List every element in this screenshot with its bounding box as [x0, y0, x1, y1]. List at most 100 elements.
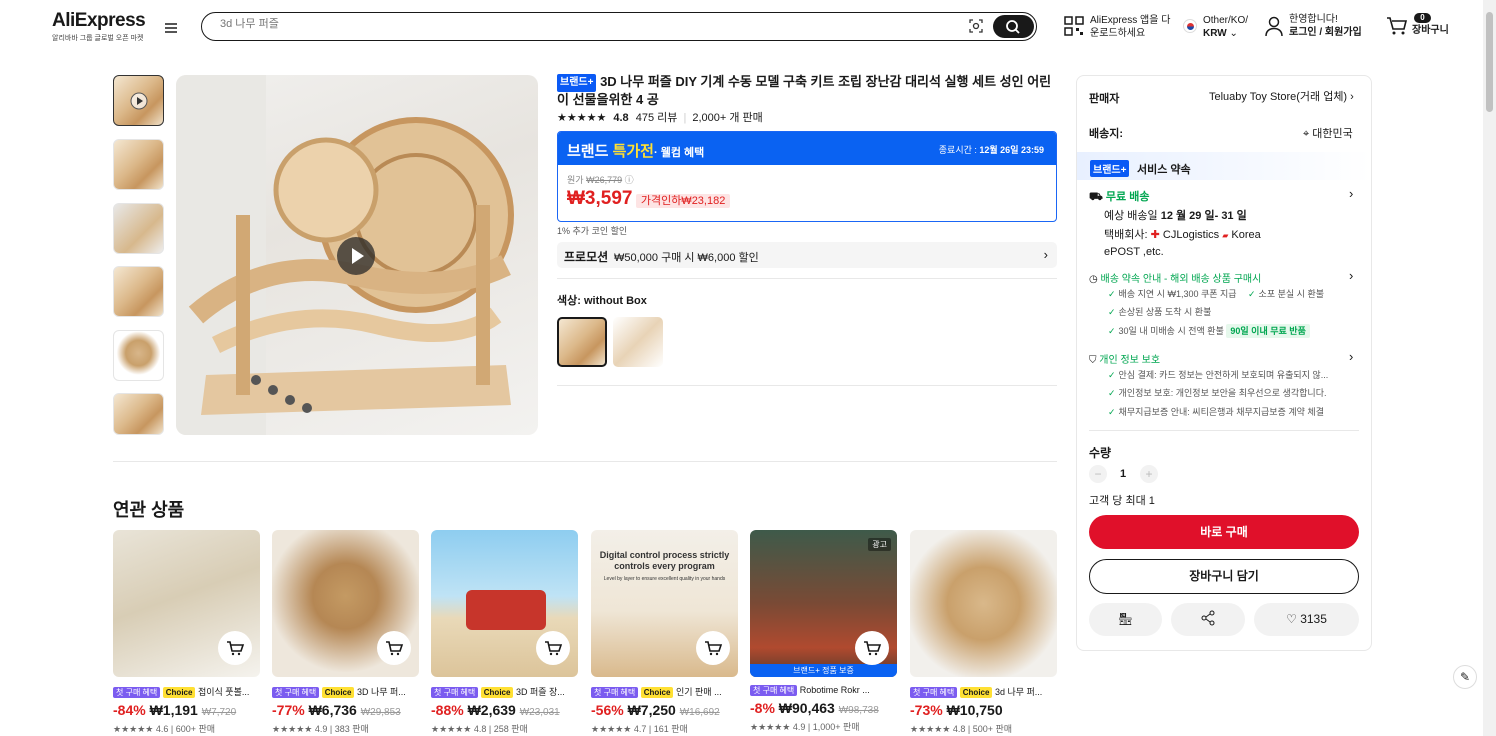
add-to-cart-icon[interactable] — [536, 631, 570, 665]
product-image[interactable]: Digital control process strictly controls… — [591, 530, 738, 677]
user-icon[interactable] — [1264, 16, 1284, 40]
logo-text: AliExpress — [52, 10, 146, 31]
account-link[interactable]: 한영합니다! 로그인 / 회원가입 — [1289, 13, 1362, 39]
thumbnail-4[interactable] — [113, 266, 164, 317]
ship-to-selector[interactable]: ⌖ 대한민국 — [1303, 125, 1353, 141]
rating-sold: 4.8 | 500+ 판매 — [952, 724, 1013, 734]
related-product-card[interactable]: 광고 브랜드+ 정품 보증 첫 구매 혜택 Robotime Rokr ... … — [750, 530, 897, 733]
product-name: 인기 판매 ... — [675, 687, 722, 697]
promotion-row[interactable]: 프로모션 ₩50,000 구매 시 ₩6,000 할인 › — [557, 242, 1057, 268]
search-button[interactable] — [993, 15, 1034, 38]
category-menu-icon[interactable] — [165, 23, 177, 35]
delivery-guarantee-row[interactable]: ◷ 배송 약속 안내 - 해외 배송 상품 구매시 — [1089, 270, 1261, 285]
chevron-right-icon[interactable]: › — [1349, 349, 1353, 364]
privacy-text: 개인정보 보호: 개인정보 보안을 최우선으로 생각합니다. — [1118, 388, 1327, 398]
color-label: 색상: without Box — [557, 295, 647, 307]
brand-sale-header: 브랜드 특가전· 웰컴 혜택 종료시간 : 12월 26일 23:59 — [558, 132, 1056, 165]
quantity-minus-button[interactable]: − — [1089, 465, 1107, 483]
check-icon: ✓ — [1108, 289, 1116, 299]
eta-date: 12 월 29 일- 31 일 — [1160, 210, 1247, 222]
chevron-right-icon[interactable]: › — [1349, 186, 1353, 201]
aliexpress-logo[interactable]: AliExpress 알리바바 그룹 글로벌 오픈 마켓 — [52, 10, 146, 43]
related-product-card[interactable]: 첫 구매 혜택 Choice 접이식 풋볼... -84% ₩1,191 ₩7,… — [113, 530, 260, 735]
thumbnail-5[interactable] — [113, 330, 164, 381]
product-image[interactable]: 광고 브랜드+ 정품 보증 — [750, 530, 897, 677]
privacy-row[interactable]: ⛉ 개인 정보 보호 — [1089, 351, 1160, 366]
wishlist-button[interactable]: ♡ 3135 — [1254, 603, 1359, 636]
buy-now-button[interactable]: 바로 구매 — [1089, 515, 1359, 549]
add-to-cart-button[interactable]: 장바구니 담기 — [1089, 559, 1359, 594]
sale-end-time: 종료시간 : 12월 26일 23:59 — [939, 143, 1044, 156]
edit-feedback-icon[interactable]: ✎ — [1453, 665, 1477, 689]
scrollbar[interactable] — [1483, 0, 1496, 736]
ad-label: 광고 — [868, 538, 891, 551]
thumbnail-6[interactable] — [113, 393, 164, 435]
quantity-value[interactable]: 1 — [1120, 468, 1126, 480]
guarantee-item: ✓ 손상된 상품 도착 시 환불 — [1108, 303, 1211, 321]
product-image[interactable] — [910, 530, 1057, 677]
image-caption-line2: controls every program — [614, 561, 715, 571]
rating-row[interactable]: ★★★★★ 4.8 475 리뷰 | 2,000+ 개 판매 — [557, 109, 763, 125]
product-image[interactable] — [431, 530, 578, 677]
coin-discount: 1% 추가 코인 할인 — [557, 226, 628, 236]
carrier-label: 택배회사: — [1104, 229, 1148, 241]
color-option-without-box[interactable] — [557, 317, 607, 367]
cart-count-badge: 0 — [1414, 13, 1431, 23]
search-bar[interactable] — [201, 12, 1037, 41]
product-image[interactable] — [272, 530, 419, 677]
main-product-image[interactable] — [176, 75, 538, 435]
carrier-epost: ePOST ,etc. — [1104, 246, 1164, 258]
app-download-link[interactable]: AliExpress 앱을 다 운로드하세요 — [1090, 14, 1170, 40]
service-brand-badge: 브랜드+ — [1090, 160, 1130, 177]
product-name: 3d 나무 퍼... — [994, 687, 1043, 697]
image-caption-line1: Digital control process strictly — [599, 550, 730, 560]
brand-sale-box: 브랜드 특가전· 웰컴 혜택 종료시간 : 12월 26일 23:59 원가 ₩… — [557, 131, 1057, 222]
scrollbar-thumb[interactable] — [1486, 12, 1493, 112]
cart-icon[interactable] — [1386, 16, 1408, 39]
location-pin-icon: ⌖ — [1303, 128, 1310, 140]
choice-tag: Choice — [321, 687, 355, 698]
rating-value: 4.8 — [613, 112, 629, 124]
qr-code-icon[interactable] — [1064, 16, 1084, 39]
product-price: ₩6,736 — [308, 702, 357, 718]
cart-label[interactable]: 장바구니 — [1412, 24, 1449, 37]
image-search-icon[interactable] — [968, 18, 984, 34]
thumbnail-1[interactable] — [113, 75, 164, 126]
discount-percent: -73% — [910, 702, 943, 718]
free-shipping-row[interactable]: ⛟ 무료 배송 — [1089, 188, 1149, 205]
add-to-cart-icon[interactable] — [855, 631, 889, 665]
related-product-card[interactable]: 첫 구매 혜택 Choice 3D 나무 퍼... -77% ₩6,736 ₩2… — [272, 530, 419, 735]
chevron-right-icon[interactable]: › — [1349, 268, 1353, 283]
discount-percent: -84% — [113, 702, 146, 718]
choice-tag: Choice — [162, 687, 196, 698]
info-icon[interactable]: ⓘ — [625, 175, 634, 185]
related-product-card[interactable]: 첫 구매 혜택 Choice 3D 퍼즐 장... -88% ₩2,639 ₩2… — [431, 530, 578, 735]
related-product-card[interactable]: 첫 구매 혜택 Choice 3d 나무 퍼... -73% ₩10,750 ★… — [910, 530, 1057, 735]
check-icon: ✓ — [1108, 388, 1116, 398]
guarantee-item: ✓ 소포 분실 시 환불 — [1248, 285, 1324, 303]
seller-link[interactable]: Teluaby Toy Store(거래 업체) › — [1209, 88, 1354, 104]
login-signup-text: 로그인 / 회원가입 — [1289, 27, 1362, 38]
thumbnail-2[interactable] — [113, 139, 164, 190]
add-to-cart-icon[interactable] — [218, 631, 252, 665]
review-count[interactable]: 475 리뷰 — [636, 112, 678, 124]
logo-subtitle: 알리바바 그룹 글로벌 오픈 마켓 — [52, 35, 144, 42]
original-price-row: 원가 ₩26,779 ⓘ — [567, 173, 1047, 186]
share-button[interactable] — [1171, 603, 1245, 636]
quantity-plus-button[interactable]: + — [1140, 465, 1158, 483]
related-product-card[interactable]: Digital control process strictly controls… — [591, 530, 738, 735]
thumbnail-3[interactable] — [113, 203, 164, 254]
clock-icon: ◷ — [1089, 274, 1098, 285]
color-option-with-box[interactable] — [613, 317, 663, 367]
product-name: 3D 퍼즐 장... — [515, 687, 565, 697]
add-to-cart-icon[interactable] — [377, 631, 411, 665]
truck-icon: ⛟ — [1089, 191, 1103, 203]
product-price: ₩7,250 — [627, 702, 676, 718]
product-image[interactable] — [113, 530, 260, 677]
add-to-cart-icon[interactable] — [696, 631, 730, 665]
check-icon: ✓ — [1248, 289, 1256, 299]
search-input[interactable] — [220, 18, 820, 30]
video-play-button[interactable] — [337, 237, 375, 275]
store-button[interactable]: 🏪︎ — [1089, 603, 1162, 636]
region-selector[interactable]: Other/KO/ KRW ⌄ — [1203, 14, 1248, 40]
